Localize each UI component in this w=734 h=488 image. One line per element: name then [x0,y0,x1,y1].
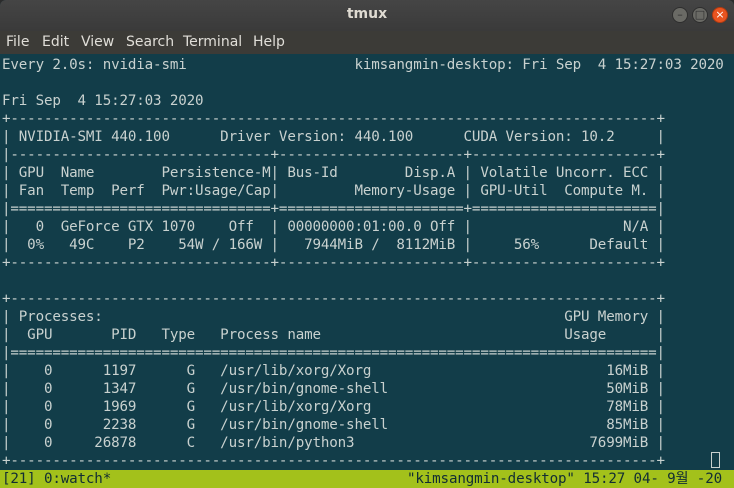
terminal-line: +-------------------------------+-------… [2,255,665,271]
tmux-status-bar: [21] 0:watch* "kimsangmin-desktop" 15:27… [0,470,734,488]
terminal-line: |=======================================… [2,345,665,361]
tmux-status-right: "kimsangmin-desktop" 15:27 04- 9월 -20 [406,471,722,487]
terminal-line: | 0 1197 G /usr/lib/xorg/Xorg 16MiB | [2,363,665,379]
menu-search[interactable]: Search [126,34,174,50]
terminal-cursor [711,452,720,468]
terminal-line: Every 2.0s: nvidia-smi kimsangmin-deskto… [2,57,724,73]
menu-help[interactable]: Help [253,34,285,50]
terminal-line: | 0 2238 G /usr/bin/gnome-shell 85MiB | [2,417,665,433]
menu-terminal[interactable]: Terminal [183,34,242,50]
terminal-line: | GPU PID Type Process name Usage | [2,327,665,343]
menu-file[interactable]: File [6,34,29,50]
terminal-window: tmux – □ × File Edit View Search Termina… [0,0,734,488]
tmux-window-list[interactable]: [21] 0:watch* [2,470,111,488]
menu-view[interactable]: View [81,34,114,50]
terminal-line: | 0 1347 G /usr/bin/gnome-shell 50MiB | [2,381,665,397]
window-title: tmux [346,6,388,22]
terminal-line: | 0% 49C P2 54W / 166W | 7944MiB / 8112M… [2,237,665,253]
terminal-line: | GPU Name Persistence-M| Bus-Id Disp.A … [2,165,665,181]
terminal-line: |-------------------------------+-------… [2,147,665,163]
menu-bar: File Edit View Search Terminal Help [0,31,734,54]
minimize-icon[interactable]: – [672,7,688,23]
menu-edit[interactable]: Edit [42,34,69,50]
terminal-line: | 0 26878 C /usr/bin/python3 7699MiB | [2,435,665,451]
terminal-line: +---------------------------------------… [2,453,665,469]
terminal-line: | 0 GeForce GTX 1070 Off | 00000000:01:0… [2,219,665,235]
terminal-line: | NVIDIA-SMI 440.100 Driver Version: 440… [2,129,665,145]
terminal-output[interactable]: Every 2.0s: nvidia-smi kimsangmin-deskto… [0,54,734,488]
terminal-line: |===============================+=======… [2,201,665,217]
close-icon[interactable]: × [712,7,728,23]
terminal-line: Fri Sep 4 15:27:03 2020 [2,93,204,109]
maximize-icon[interactable]: □ [692,7,708,23]
terminal-line: | Processes: GPU Memory | [2,309,665,325]
terminal-line: +---------------------------------------… [2,111,665,127]
title-bar[interactable]: tmux – □ × [0,0,734,31]
terminal-line: | 0 1969 G /usr/lib/xorg/Xorg 78MiB | [2,399,665,415]
terminal-line: | Fan Temp Perf Pwr:Usage/Cap| Memory-Us… [2,183,665,199]
terminal-line: +---------------------------------------… [2,291,665,307]
